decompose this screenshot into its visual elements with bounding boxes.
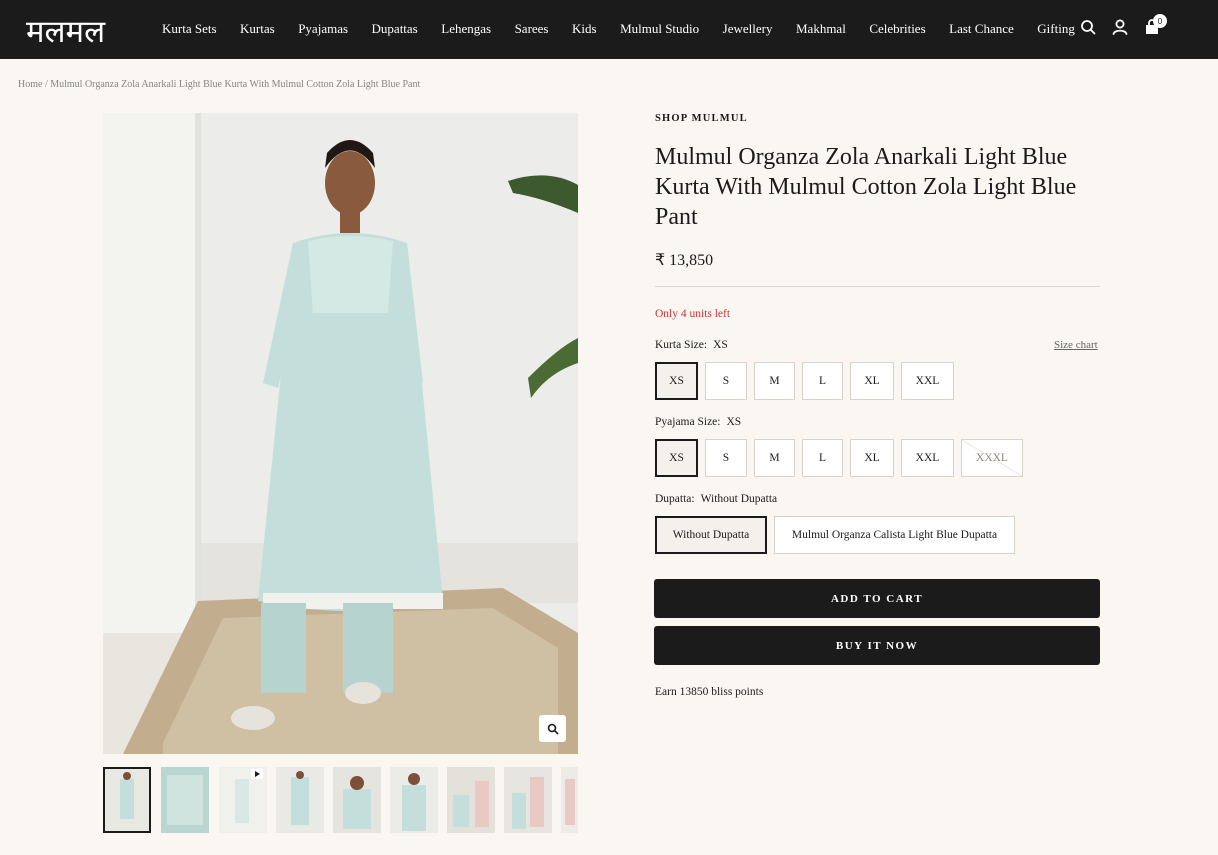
size-chart-link[interactable]: Size chart xyxy=(1054,339,1098,351)
product-main-image[interactable] xyxy=(103,113,578,754)
nav-item-dupattas[interactable]: Dupattas xyxy=(372,21,418,37)
site-logo[interactable]: मलमल xyxy=(26,10,105,52)
nav-item-kurta-sets[interactable]: Kurta Sets xyxy=(162,21,217,37)
thumbnail-2[interactable] xyxy=(161,767,209,833)
pyajama-size-option-l[interactable]: L xyxy=(802,439,843,477)
thumbnail-4[interactable] xyxy=(276,767,324,833)
dupatta-value: Without Dupatta xyxy=(700,493,778,505)
thumbnail-5[interactable] xyxy=(333,767,381,833)
nav-item-sarees[interactable]: Sarees xyxy=(515,21,549,37)
kurta-size-option-m[interactable]: M xyxy=(754,362,795,400)
cart-button[interactable]: 0 xyxy=(1144,14,1167,36)
kurta-size-label: Kurta Size: XS xyxy=(655,339,728,351)
nav-item-kurtas[interactable]: Kurtas xyxy=(240,21,275,37)
pyajama-size-option-xxl[interactable]: XXL xyxy=(901,439,954,477)
kurta-size-options: XS S M L XL XXL xyxy=(655,362,961,400)
nav-item-celebrities[interactable]: Celebrities xyxy=(869,21,925,37)
pyajama-size-option-m[interactable]: M xyxy=(754,439,795,477)
product-price: ₹ 13,850 xyxy=(655,252,714,269)
thumbnail-8[interactable] xyxy=(504,767,552,833)
kurta-size-option-xl[interactable]: XL xyxy=(850,362,894,400)
kurta-size-label-text: Kurta Size: xyxy=(655,339,708,351)
nav-item-lehengas[interactable]: Lehengas xyxy=(441,21,491,37)
dupatta-label-text: Dupatta: xyxy=(655,493,695,505)
nav-item-makhmal[interactable]: Makhmal xyxy=(796,21,846,37)
zoom-icon xyxy=(547,723,558,734)
breadcrumb: Home / Mulmul Organza Zola Anarkali Ligh… xyxy=(18,79,420,90)
breadcrumb-home[interactable]: Home xyxy=(18,79,42,90)
pyajama-size-label: Pyajama Size: XS xyxy=(655,416,741,428)
dupatta-option-calista[interactable]: Mulmul Organza Calista Light Blue Dupatt… xyxy=(774,516,1015,554)
account-icon[interactable] xyxy=(1112,18,1128,36)
product-title: Mulmul Organza Zola Anarkali Light Blue … xyxy=(655,144,1077,230)
dupatta-label: Dupatta: Without Dupatta xyxy=(655,493,777,505)
stock-status: Only 4 units left xyxy=(655,308,731,320)
pyajama-size-option-xs[interactable]: XS xyxy=(655,439,698,477)
kurta-size-option-l[interactable]: L xyxy=(802,362,843,400)
thumbnail-6[interactable] xyxy=(390,767,438,833)
pyajama-size-value: XS xyxy=(726,416,742,428)
nav-item-jewellery[interactable]: Jewellery xyxy=(723,21,773,37)
nav-item-gifting[interactable]: Gifting xyxy=(1037,21,1075,37)
kurta-size-value: XS xyxy=(713,339,728,351)
kurta-size-option-xs[interactable]: XS xyxy=(655,362,698,400)
thumbnail-7[interactable] xyxy=(447,767,495,833)
pyajama-size-option-s[interactable]: S xyxy=(705,439,747,477)
nav-item-last-chance[interactable]: Last Chance xyxy=(949,21,1014,37)
breadcrumb-separator: / xyxy=(44,79,48,90)
kurta-size-option-s[interactable]: S xyxy=(705,362,747,400)
product-vendor[interactable]: SHOP MULMUL xyxy=(655,113,748,124)
add-to-cart-button[interactable]: ADD TO CART xyxy=(654,579,1100,618)
thumbnail-9[interactable] xyxy=(561,767,578,833)
product-photo xyxy=(103,113,578,754)
dupatta-options: Without Dupatta Mulmul Organza Calista L… xyxy=(655,516,1022,554)
pyajama-size-option-xl[interactable]: XL xyxy=(850,439,894,477)
buy-now-button[interactable]: BUY IT NOW xyxy=(654,626,1100,665)
pyajama-size-label-text: Pyajama Size: xyxy=(655,416,721,428)
site-header: मलमल Kurta Sets Kurtas Pyajamas Dupattas… xyxy=(0,0,1218,59)
nav-item-pyajamas[interactable]: Pyajamas xyxy=(298,21,348,37)
main-nav: Kurta Sets Kurtas Pyajamas Dupattas Lehe… xyxy=(162,21,1098,37)
thumbnail-strip xyxy=(103,767,578,833)
thumbnail-video[interactable] xyxy=(219,767,267,833)
nav-item-kids[interactable]: Kids xyxy=(572,21,597,37)
cart-count-badge: 0 xyxy=(1153,14,1167,28)
dupatta-option-without[interactable]: Without Dupatta xyxy=(655,516,767,554)
divider xyxy=(655,286,1100,287)
pyajama-size-options: XS S M L XL XXL XXXL xyxy=(655,439,1030,477)
bliss-points-text: Earn 13850 bliss points xyxy=(655,686,764,698)
zoom-button[interactable] xyxy=(539,715,566,742)
header-actions: 0 xyxy=(1080,14,1167,36)
nav-item-mulmul-studio[interactable]: Mulmul Studio xyxy=(620,21,699,37)
thumbnail-1[interactable] xyxy=(103,767,151,833)
search-icon[interactable] xyxy=(1080,18,1096,36)
pyajama-size-option-xxxl[interactable]: XXXL xyxy=(961,439,1023,477)
kurta-size-option-xxl[interactable]: XXL xyxy=(901,362,954,400)
breadcrumb-current: Mulmul Organza Zola Anarkali Light Blue … xyxy=(50,79,421,90)
